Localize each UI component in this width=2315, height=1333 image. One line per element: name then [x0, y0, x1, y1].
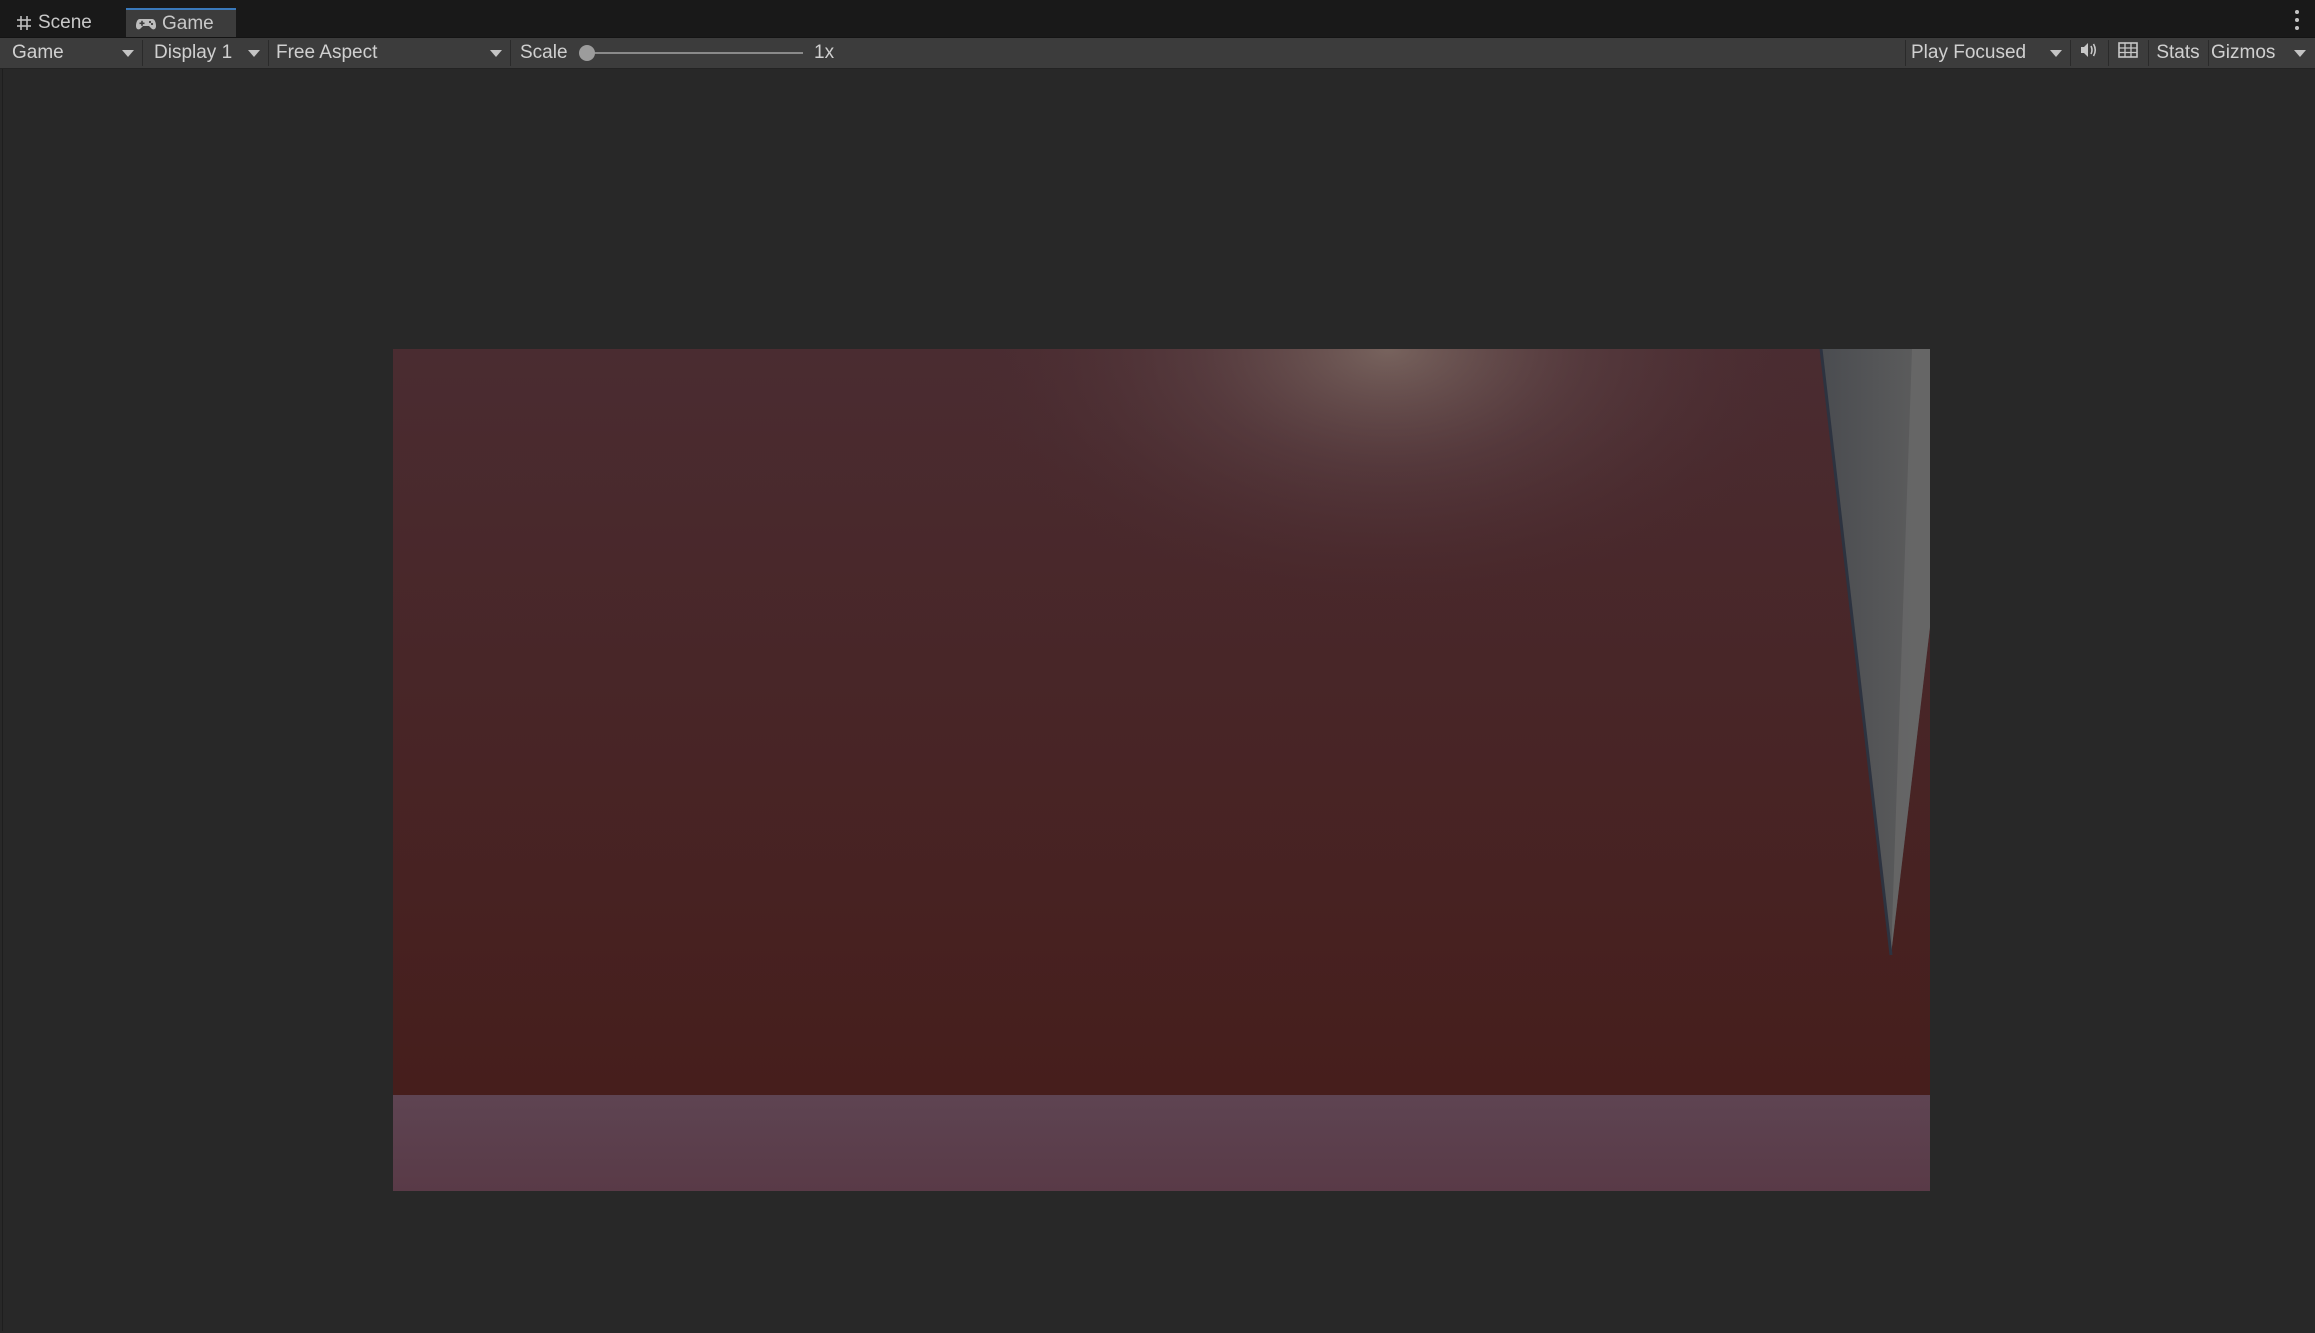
view-mode-label: Game [12, 42, 64, 63]
tab-game[interactable]: Game [126, 8, 236, 37]
chevron-down-icon [2050, 50, 2062, 57]
chevron-down-icon [490, 50, 502, 57]
scale-label: Scale [520, 42, 568, 63]
grid-icon [16, 15, 32, 31]
divider [2208, 40, 2209, 66]
grid-table-icon [2118, 42, 2138, 64]
scale-value: 1x [814, 42, 835, 63]
chevron-down-icon [122, 50, 134, 57]
game-viewport[interactable] [2, 69, 2314, 1331]
speaker-icon [2080, 42, 2098, 64]
game-scene [393, 349, 1930, 1191]
view-mode-dropdown[interactable]: Game [6, 38, 140, 68]
layout-grid-button[interactable] [2109, 38, 2147, 68]
gamepad-icon [136, 17, 156, 31]
aspect-label: Free Aspect [276, 42, 378, 63]
divider [510, 40, 511, 66]
scale-slider-track[interactable] [585, 52, 803, 54]
display-dropdown[interactable]: Display 1 [148, 38, 266, 68]
tab-scene-label: Scene [38, 12, 92, 33]
play-mode-dropdown[interactable]: Play Focused [1906, 38, 2068, 68]
stats-label: Stats [2156, 42, 2200, 63]
more-options-icon[interactable] [2293, 10, 2301, 30]
mute-audio-button[interactable] [2071, 38, 2107, 68]
tab-bar: Scene Game [0, 0, 2315, 38]
gizmos-dropdown[interactable] [2286, 38, 2312, 68]
scale-slider-handle[interactable] [579, 45, 595, 61]
game-render [393, 349, 1930, 1191]
tab-game-label: Game [162, 12, 214, 34]
stats-button[interactable]: Stats [2149, 38, 2207, 68]
game-toolbar: Game Display 1 Free Aspect Scale 1x Play… [0, 38, 2315, 69]
chevron-down-icon [2294, 50, 2306, 57]
divider [268, 40, 269, 66]
tab-scene[interactable]: Scene [6, 9, 124, 37]
floor-platform [393, 1095, 1930, 1191]
gizmos-label: Gizmos [2211, 42, 2276, 63]
aspect-dropdown[interactable]: Free Aspect [270, 38, 508, 68]
gizmos-button[interactable]: Gizmos [2211, 38, 2291, 68]
light-glow [393, 349, 1930, 1095]
display-label: Display 1 [154, 42, 233, 63]
chevron-down-icon [248, 50, 260, 57]
play-mode-label: Play Focused [1911, 42, 2027, 63]
divider [142, 40, 143, 66]
